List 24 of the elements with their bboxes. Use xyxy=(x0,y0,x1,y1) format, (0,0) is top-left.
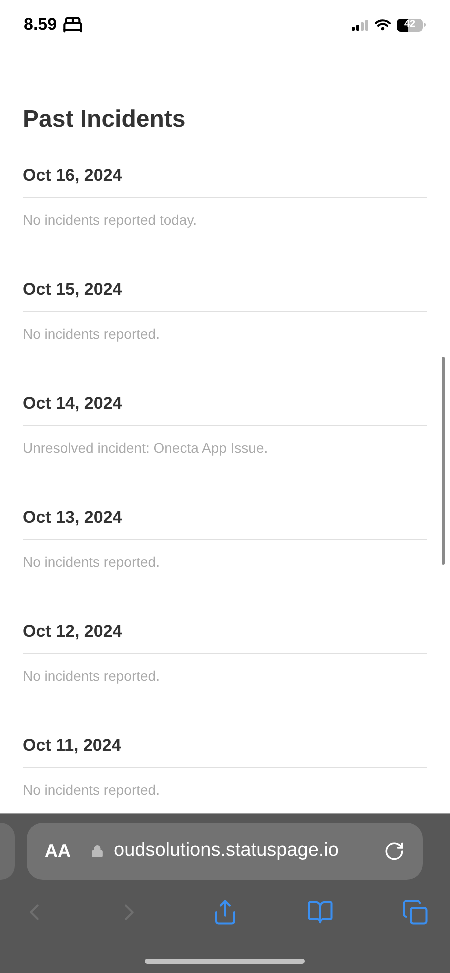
url-text: oudsolutions.statuspage.io xyxy=(114,839,340,864)
page-title: Past Incidents xyxy=(23,105,187,135)
incident-date: Oct 15, 2024 xyxy=(23,280,122,299)
incident-note: Unresolved incident: Onecta App Issue. xyxy=(23,439,270,458)
incident-date: Oct 14, 2024 xyxy=(23,394,122,413)
tabs-icon xyxy=(402,898,429,926)
incident-note: No incidents reported. xyxy=(23,667,161,686)
incident-note: No incidents reported. xyxy=(23,781,161,800)
reload-icon[interactable] xyxy=(384,841,405,862)
incident-date: Oct 16, 2024 xyxy=(23,166,122,185)
incident-note: No incidents reported. xyxy=(23,325,161,344)
address-bar[interactable]: AA oudsolutions.statuspage.io xyxy=(27,823,423,880)
incident-note: No incidents reported. xyxy=(23,553,161,572)
incident-note: No incidents reported today. xyxy=(23,211,198,230)
bed-icon xyxy=(63,15,84,35)
incident-date: Oct 13, 2024 xyxy=(23,508,122,527)
incident-date: Oct 12, 2024 xyxy=(23,622,122,641)
lock-icon xyxy=(91,845,104,858)
text-size-button[interactable]: AA xyxy=(45,838,71,865)
wifi-icon xyxy=(375,19,391,31)
signal-icon xyxy=(352,20,369,30)
book-icon xyxy=(306,898,334,926)
incident-date: Oct 11, 2024 xyxy=(23,736,122,755)
status-time: 8.59 xyxy=(24,14,58,36)
